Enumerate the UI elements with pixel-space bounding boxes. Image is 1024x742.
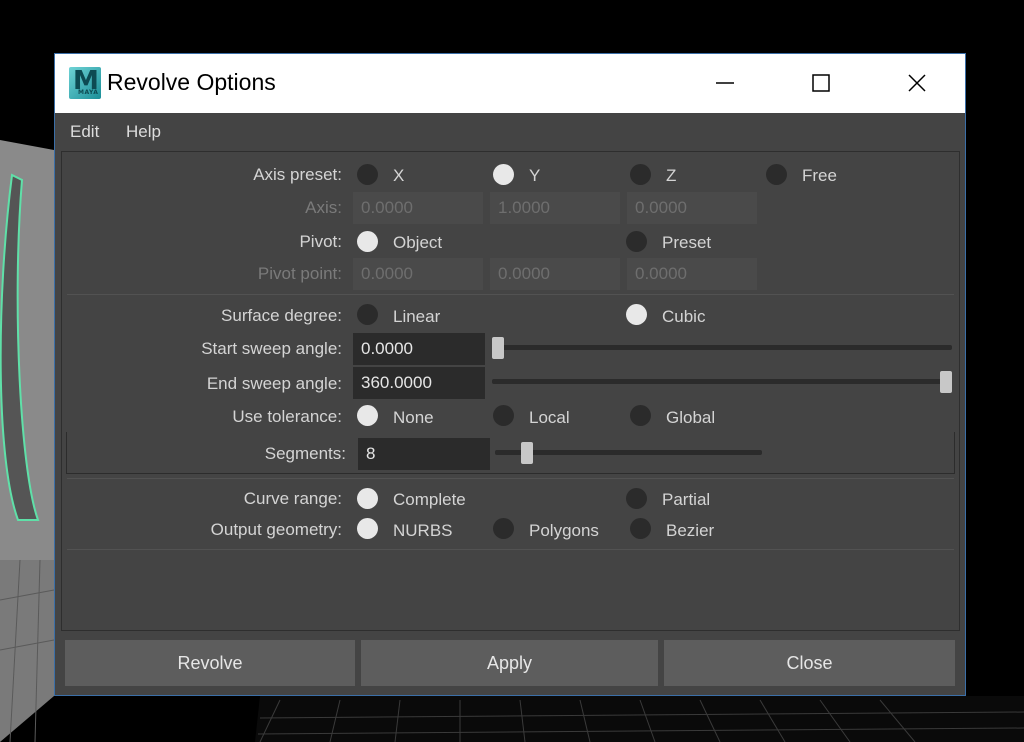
start-sweep-label: Start sweep angle:	[201, 339, 342, 358]
surface-degree-cubic-radio[interactable]	[626, 304, 647, 325]
tolerance-none-label: None	[393, 408, 434, 427]
axis-preset-x-radio[interactable]	[357, 164, 378, 185]
pivot-preset-label: Preset	[662, 233, 712, 252]
title-bar: M MAYA Revolve Options	[55, 54, 965, 113]
axis-preset-x-label: X	[393, 166, 405, 185]
axis-z-field[interactable]: 0.0000	[627, 192, 757, 224]
axis-preset-label: Axis preset:	[253, 165, 342, 184]
pivot-object-radio[interactable]	[357, 231, 378, 252]
pivot-point-x-field[interactable]: 0.0000	[353, 258, 483, 290]
minimize-button[interactable]	[677, 54, 773, 113]
start-sweep-slider-thumb[interactable]	[492, 337, 504, 359]
output-polygons-label: Polygons	[529, 521, 599, 540]
use-tolerance-label: Use tolerance:	[232, 407, 342, 426]
output-geometry-label: Output geometry:	[210, 520, 342, 539]
minimize-icon	[716, 82, 734, 84]
maya-logo-icon: M MAYA	[69, 66, 101, 99]
end-sweep-label: End sweep angle:	[206, 374, 342, 393]
output-nurbs-radio[interactable]	[357, 518, 378, 539]
curve-range-label: Curve range:	[243, 489, 342, 508]
logo-sub: MAYA	[78, 89, 99, 96]
curve-range-complete-radio[interactable]	[357, 488, 378, 509]
segments-slider-thumb[interactable]	[520, 442, 533, 464]
window-title: Revolve Options	[107, 69, 276, 95]
divider	[67, 478, 954, 479]
end-sweep-slider-track[interactable]	[492, 379, 952, 384]
close-icon	[908, 74, 926, 92]
pivot-point-label: Pivot point:	[257, 264, 342, 283]
output-nurbs-label: NURBS	[393, 521, 453, 540]
axis-label: Axis:	[305, 198, 342, 217]
apply-button[interactable]: Apply	[361, 640, 658, 686]
divider	[67, 549, 954, 550]
maximize-icon	[812, 74, 830, 92]
pivot-preset-radio[interactable]	[626, 231, 647, 252]
start-sweep-field[interactable]: 0.0000	[353, 333, 485, 365]
button-bar: Revolve Apply Close	[61, 640, 960, 688]
axis-x-field[interactable]: 0.0000	[353, 192, 483, 224]
revolve-options-window: M MAYA Revolve Options Edit Help Axis pr…	[54, 53, 966, 696]
output-bezier-label: Bezier	[666, 521, 715, 540]
pivot-point-y-field[interactable]: 0.0000	[490, 258, 620, 290]
end-sweep-slider-thumb[interactable]	[940, 371, 952, 393]
revolve-button[interactable]: Revolve	[65, 640, 355, 686]
axis-preset-free-radio[interactable]	[766, 164, 787, 185]
surface-degree-linear-label: Linear	[393, 307, 441, 326]
segments-slider-track[interactable]	[495, 450, 762, 455]
tolerance-local-radio[interactable]	[493, 405, 514, 426]
axis-y-field[interactable]: 1.0000	[490, 192, 620, 224]
start-sweep-slider-track[interactable]	[492, 345, 952, 350]
curve-range-partial-label: Partial	[662, 490, 711, 509]
menu-help[interactable]: Help	[126, 122, 161, 142]
tolerance-none-radio[interactable]	[357, 405, 378, 426]
curve-range-complete-label: Complete	[393, 490, 466, 509]
close-button[interactable]: Close	[664, 640, 955, 686]
surface-degree-linear-radio[interactable]	[357, 304, 378, 325]
close-window-button[interactable]	[869, 54, 965, 113]
divider	[67, 294, 954, 295]
maximize-button[interactable]	[773, 54, 869, 113]
output-bezier-radio[interactable]	[630, 518, 651, 539]
pivot-point-z-field[interactable]: 0.0000	[627, 258, 757, 290]
axis-preset-y-label: Y	[529, 166, 541, 185]
curve-range-partial-radio[interactable]	[626, 488, 647, 509]
tolerance-local-label: Local	[529, 408, 570, 427]
end-sweep-field[interactable]: 360.0000	[353, 367, 485, 399]
surface-degree-label: Surface degree:	[221, 306, 342, 325]
axis-preset-free-label: Free	[802, 166, 837, 185]
output-polygons-radio[interactable]	[493, 518, 514, 539]
menu-edit[interactable]: Edit	[70, 122, 99, 142]
segments-field[interactable]: 8	[358, 438, 490, 470]
options-panel: Axis preset: X Y Z Free Axis: 0.0000 1.0…	[61, 151, 960, 631]
menu-bar: Edit Help	[55, 113, 965, 151]
axis-preset-z-radio[interactable]	[630, 164, 651, 185]
pivot-label: Pivot:	[299, 232, 342, 251]
axis-preset-z-label: Z	[666, 166, 677, 185]
axis-preset-y-radio[interactable]	[493, 164, 514, 185]
pivot-object-label: Object	[393, 233, 443, 252]
surface-degree-cubic-label: Cubic	[662, 307, 706, 326]
tolerance-global-radio[interactable]	[630, 405, 651, 426]
segments-label: Segments:	[264, 444, 346, 463]
tolerance-global-label: Global	[666, 408, 716, 427]
